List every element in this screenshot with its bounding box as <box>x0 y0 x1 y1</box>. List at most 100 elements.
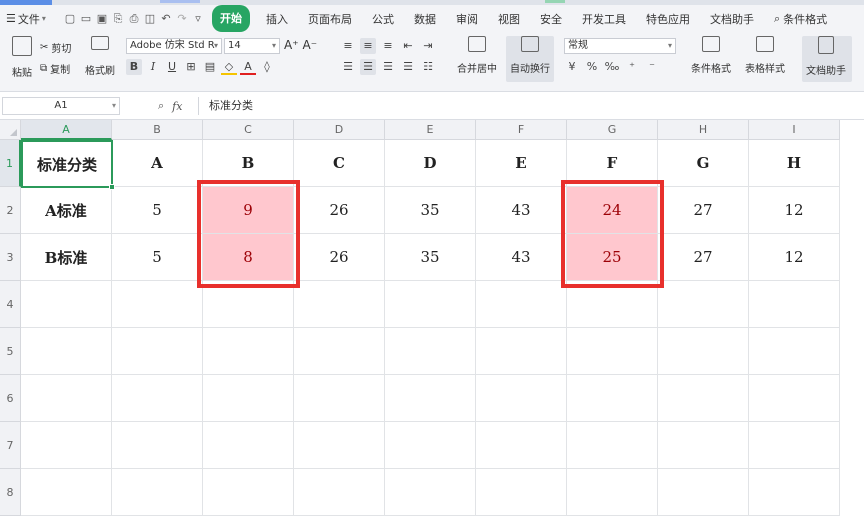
cell[interactable] <box>476 469 567 516</box>
italic-icon[interactable]: I <box>145 59 161 75</box>
undo-icon[interactable]: ↶ <box>160 12 172 25</box>
cell[interactable]: A标准 <box>21 187 112 234</box>
row-header-6[interactable]: 6 <box>0 375 21 422</box>
tab-review[interactable]: 审阅 <box>446 5 488 32</box>
highlighted-cell[interactable]: 25 <box>567 234 658 281</box>
paste-button[interactable]: 粘贴 <box>0 36 44 79</box>
cell[interactable] <box>567 328 658 375</box>
cell[interactable] <box>385 422 476 469</box>
align-left-icon[interactable]: ☰ <box>340 59 356 75</box>
column-header-c[interactable]: C <box>203 120 294 140</box>
decrease-font-icon[interactable]: A⁻ <box>303 38 318 52</box>
thousands-icon[interactable]: ‰ <box>604 59 620 75</box>
cell[interactable]: D <box>385 140 476 187</box>
cell[interactable]: 27 <box>658 234 749 281</box>
cell[interactable] <box>385 281 476 328</box>
formula-input[interactable]: 标准分类 <box>198 97 864 115</box>
cell[interactable]: 12 <box>749 234 840 281</box>
align-bottom-icon[interactable]: ≡ <box>380 38 396 54</box>
select-all-corner[interactable] <box>0 120 21 140</box>
cell[interactable]: 26 <box>294 234 385 281</box>
font-size-select[interactable]: 14 ▾ <box>224 38 280 54</box>
align-right-icon[interactable]: ☰ <box>380 59 396 75</box>
underline-icon[interactable]: U <box>164 59 180 75</box>
border-icon[interactable]: ⊞ <box>183 59 199 75</box>
decrease-decimal-icon[interactable]: ⁻ <box>644 59 660 75</box>
copy-button[interactable]: ⧉ 复制 <box>40 61 70 76</box>
cell[interactable] <box>203 422 294 469</box>
cell[interactable] <box>749 328 840 375</box>
cell[interactable] <box>294 422 385 469</box>
cell[interactable] <box>203 328 294 375</box>
cell[interactable] <box>476 375 567 422</box>
command-search[interactable]: ⌕ 条件格式 <box>768 5 833 32</box>
row-header-1[interactable]: 1 <box>0 140 21 187</box>
bold-icon[interactable]: B <box>126 59 142 75</box>
cell[interactable] <box>294 281 385 328</box>
highlighted-cell[interactable]: 8 <box>203 234 294 281</box>
font-color-icon[interactable]: A <box>240 59 256 75</box>
redo-icon[interactable]: ↷ <box>176 12 188 25</box>
tab-start[interactable]: 开始 <box>212 5 250 32</box>
doc-helper-button[interactable]: 文档助手 <box>804 36 848 77</box>
cell[interactable] <box>294 375 385 422</box>
cell[interactable] <box>658 469 749 516</box>
row-header-7[interactable]: 7 <box>0 422 21 469</box>
number-format-select[interactable]: 常规 ▾ <box>564 38 676 54</box>
row-header-4[interactable]: 4 <box>0 281 21 328</box>
indent-decrease-icon[interactable]: ⇤ <box>400 38 416 54</box>
print-preview-icon[interactable]: ◫ <box>144 12 156 25</box>
row-header-2[interactable]: 2 <box>0 187 21 234</box>
column-header-i[interactable]: I <box>749 120 840 140</box>
cell[interactable] <box>112 469 203 516</box>
column-header-f[interactable]: F <box>476 120 567 140</box>
name-box[interactable]: A1 ▾ <box>2 97 120 115</box>
window-tab[interactable] <box>545 0 565 3</box>
align-center-icon[interactable]: ☰ <box>360 59 376 75</box>
cell[interactable] <box>385 328 476 375</box>
row-header-8[interactable]: 8 <box>0 469 21 516</box>
tab-developer[interactable]: 开发工具 <box>572 5 636 32</box>
cell[interactable]: B <box>203 140 294 187</box>
open-folder-icon[interactable]: ▭ <box>80 12 92 25</box>
cell[interactable]: 35 <box>385 187 476 234</box>
highlighted-cell[interactable]: 24 <box>567 187 658 234</box>
cell[interactable] <box>476 422 567 469</box>
export-pdf-icon[interactable]: ⎘ <box>112 12 124 25</box>
cell[interactable] <box>294 328 385 375</box>
column-header-d[interactable]: D <box>294 120 385 140</box>
cell[interactable]: 27 <box>658 187 749 234</box>
save-icon[interactable]: ▣ <box>96 12 108 25</box>
column-header-a[interactable]: A <box>21 120 112 140</box>
cell[interactable]: 43 <box>476 187 567 234</box>
align-middle-icon[interactable]: ≡ <box>360 38 376 54</box>
tab-page-layout[interactable]: 页面布局 <box>298 5 362 32</box>
row-header-3[interactable]: 3 <box>0 234 21 281</box>
cell[interactable] <box>112 328 203 375</box>
cell[interactable]: G <box>658 140 749 187</box>
cell[interactable]: C <box>294 140 385 187</box>
cell[interactable]: 35 <box>385 234 476 281</box>
column-header-e[interactable]: E <box>385 120 476 140</box>
cell[interactable] <box>112 281 203 328</box>
percent-icon[interactable]: % <box>584 59 600 75</box>
tab-special-apps[interactable]: 特色应用 <box>636 5 700 32</box>
tab-formulas[interactable]: 公式 <box>362 5 404 32</box>
align-top-icon[interactable]: ≡ <box>340 38 356 54</box>
cell[interactable] <box>658 281 749 328</box>
cell[interactable] <box>112 422 203 469</box>
cell[interactable]: B标准 <box>21 234 112 281</box>
cell[interactable] <box>294 469 385 516</box>
customize-chevron-icon[interactable]: ▿ <box>192 12 204 25</box>
cell[interactable] <box>476 281 567 328</box>
increase-decimal-icon[interactable]: ⁺ <box>624 59 640 75</box>
cell[interactable] <box>203 281 294 328</box>
cell[interactable] <box>21 469 112 516</box>
cell[interactable] <box>567 281 658 328</box>
fill-handle[interactable] <box>109 184 115 190</box>
cell[interactable] <box>567 469 658 516</box>
active-cell[interactable]: 标准分类 <box>21 140 113 188</box>
cell[interactable] <box>21 375 112 422</box>
zoom-lookup-icon[interactable]: ⌕ <box>158 99 164 113</box>
cell[interactable] <box>21 328 112 375</box>
